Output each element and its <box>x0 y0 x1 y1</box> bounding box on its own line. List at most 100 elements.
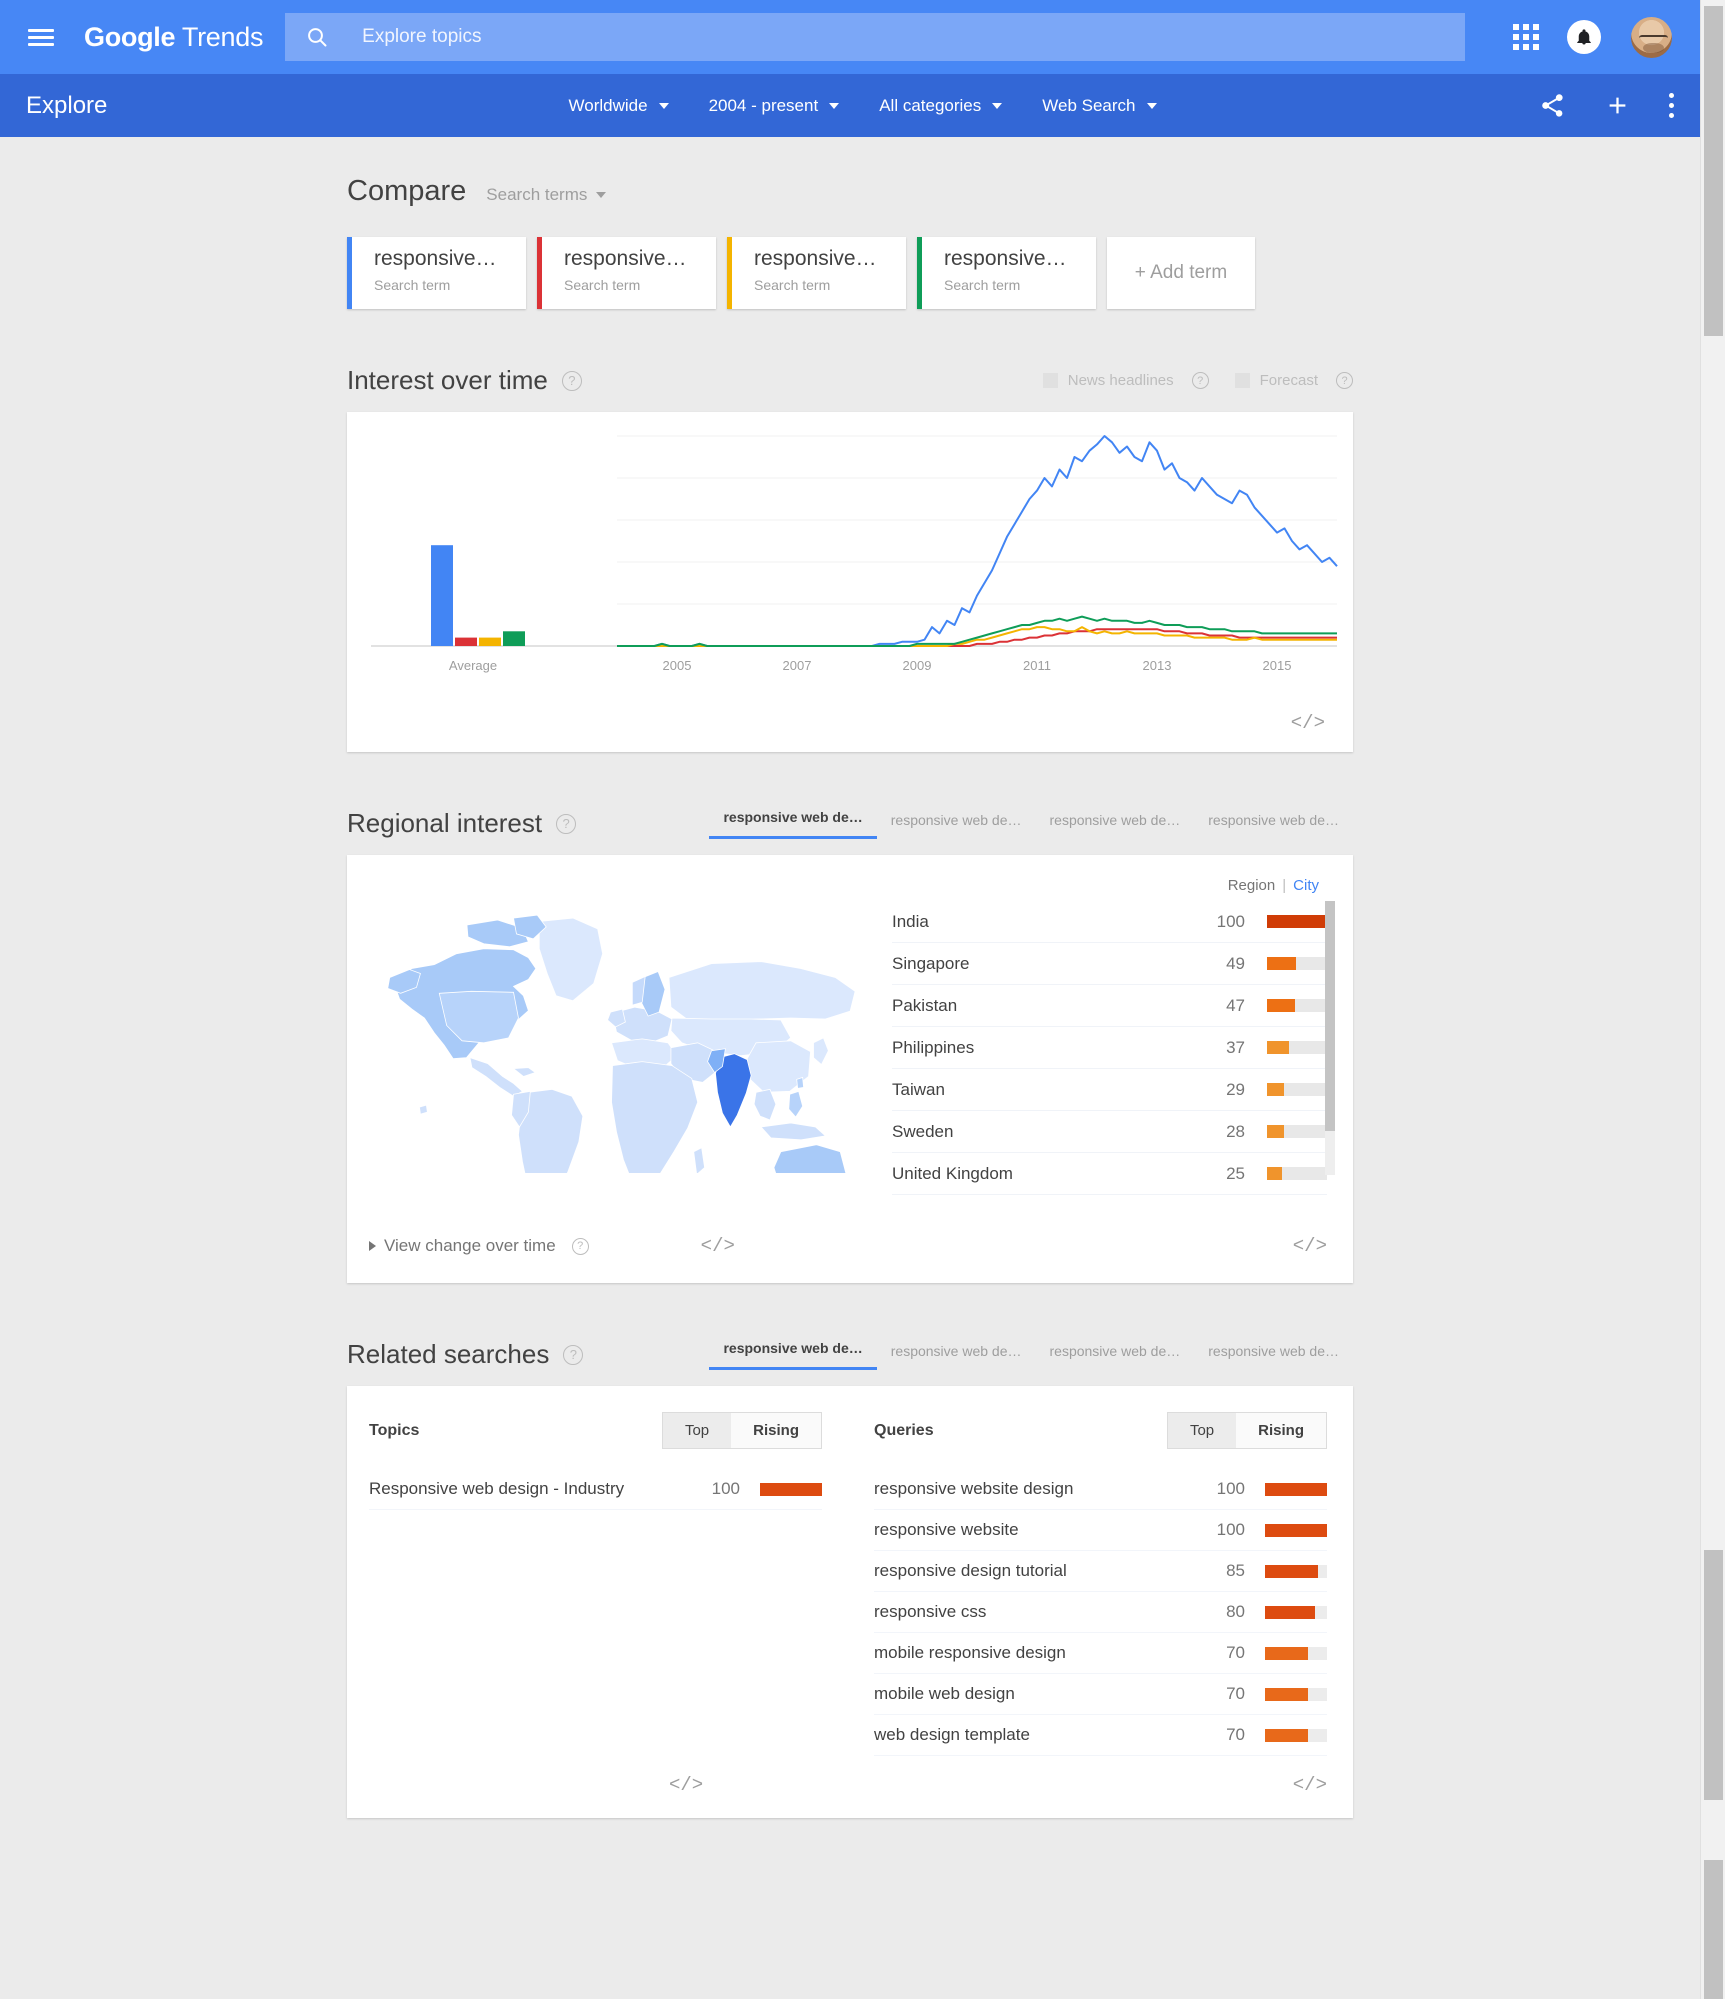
related-tab-2[interactable]: responsive web de… <box>877 1343 1036 1370</box>
help-icon[interactable]: ? <box>563 1344 584 1365</box>
search-term-chip-4[interactable]: responsive… Search term <box>917 237 1096 309</box>
query-bar-track <box>1265 1523 1327 1537</box>
time-range-filter[interactable]: 2004 - present <box>709 96 840 116</box>
forecast-checkbox[interactable]: Forecast ? <box>1234 372 1353 389</box>
category-filter[interactable]: All categories <box>879 96 1003 116</box>
hamburger-menu-icon[interactable] <box>26 22 56 52</box>
region-bar-fill <box>1267 1125 1284 1138</box>
list-item[interactable]: mobile responsive design 70 <box>874 1633 1327 1674</box>
table-row[interactable]: India 100 <box>892 901 1327 943</box>
forecast-label: Forecast <box>1259 372 1318 389</box>
region-value: 37 <box>1226 1037 1245 1057</box>
search-type-filter[interactable]: Web Search <box>1042 96 1157 116</box>
search-term-chip-3[interactable]: responsive… Search term <box>727 237 906 309</box>
scrollbar-thumb-lower <box>1704 1550 1723 1800</box>
more-options-icon[interactable] <box>1669 93 1674 118</box>
query-bar-fill <box>1265 1728 1309 1742</box>
help-icon[interactable]: ? <box>1336 372 1353 389</box>
list-item[interactable]: mobile web design 70 <box>874 1674 1327 1715</box>
list-item[interactable]: responsive website 100 <box>874 1510 1327 1551</box>
plus-icon[interactable] <box>1604 92 1631 119</box>
region-value: 29 <box>1226 1079 1245 1099</box>
related-tab-3[interactable]: responsive web de… <box>1036 1343 1195 1370</box>
query-bar-fill <box>1265 1605 1315 1619</box>
toggle-separator: | <box>1282 877 1287 894</box>
queries-panel: Queries Top Rising responsive website de… <box>848 1386 1353 1818</box>
view-change-over-time-link[interactable]: View change over time ? <box>369 1236 589 1256</box>
topic-bar-fill <box>760 1482 822 1496</box>
main-content: Compare Search terms responsive… Search … <box>0 137 1700 1968</box>
help-icon[interactable]: ? <box>561 370 582 391</box>
regional-tab-1[interactable]: responsive web de… <box>709 809 877 839</box>
region-bar-fill <box>1267 1041 1290 1054</box>
table-row[interactable]: Singapore 49 <box>892 943 1327 985</box>
scrollbar-thumb <box>1704 6 1723 336</box>
search-term-chips: responsive… Search term responsive… Sear… <box>347 237 1353 309</box>
list-item[interactable]: responsive design tutorial 85 <box>874 1551 1327 1592</box>
list-item[interactable]: Responsive web design - Industry 100 <box>369 1469 822 1510</box>
table-row[interactable]: United Kingdom 25 <box>892 1153 1327 1195</box>
related-tab-4[interactable]: responsive web de… <box>1194 1343 1353 1370</box>
add-term-button[interactable]: + Add term <box>1107 237 1255 309</box>
queries-rising-button[interactable]: Rising <box>1236 1413 1326 1448</box>
topics-rising-button[interactable]: Rising <box>731 1413 821 1448</box>
queries-top-button[interactable]: Top <box>1167 1413 1237 1448</box>
google-trends-logo[interactable]: Google Trends <box>84 22 263 53</box>
search-term-chip-2[interactable]: responsive… Search term <box>537 237 716 309</box>
query-value: 100 <box>1216 1520 1245 1539</box>
region-value: 100 <box>1216 911 1245 931</box>
related-tab-1[interactable]: responsive web de… <box>709 1340 877 1370</box>
page-scrollbar[interactable] <box>1700 0 1725 1999</box>
table-row[interactable]: Pakistan 47 <box>892 985 1327 1027</box>
region-bar-fill <box>1267 1167 1282 1180</box>
regional-tab-4[interactable]: responsive web de… <box>1194 812 1353 839</box>
help-icon[interactable]: ? <box>556 813 577 834</box>
embed-code-button-map[interactable]: </> <box>701 1235 735 1257</box>
map-footer: View change over time ? </> <box>369 1235 735 1257</box>
apps-grid-icon[interactable] <box>1513 24 1539 50</box>
chip-term-text: responsive… <box>374 248 497 270</box>
region-rows: India 100 Singapore 49 Pakistan 47 Philippines… <box>892 901 1327 1195</box>
topic-value: 100 <box>711 1479 740 1498</box>
query-bar-fill <box>1265 1482 1327 1496</box>
list-item[interactable]: responsive website design 100 <box>874 1469 1327 1510</box>
table-row[interactable]: Philippines 37 <box>892 1027 1327 1069</box>
regional-interest-card: View change over time ? </> Region | City … <box>347 855 1353 1283</box>
compare-type-selector[interactable]: Search terms <box>486 185 607 205</box>
embed-code-button-list[interactable]: </> <box>1293 1235 1327 1257</box>
help-icon[interactable]: ? <box>1191 372 1209 389</box>
list-item[interactable]: responsive css 80 <box>874 1592 1327 1633</box>
interest-over-time-chart[interactable]: Average 2005 2007 2009 2011 2013 2015 <box>347 412 1353 712</box>
world-choropleth-map[interactable] <box>365 873 865 1229</box>
query-bar-track <box>1265 1728 1327 1742</box>
table-row[interactable]: Taiwan 29 <box>892 1069 1327 1111</box>
regional-tab-2[interactable]: responsive web de… <box>877 812 1036 839</box>
embed-code-button-topics[interactable]: </> <box>669 1774 703 1796</box>
embed-code-button-queries[interactable]: </> <box>1293 1774 1327 1796</box>
news-headlines-checkbox[interactable]: News headlines ? <box>1042 372 1209 389</box>
checkbox-box <box>1042 373 1058 388</box>
region-bar-fill <box>1267 1083 1285 1096</box>
notifications-bell-icon[interactable] <box>1567 20 1601 54</box>
table-row[interactable]: Sweden 28 <box>892 1111 1327 1153</box>
share-icon[interactable] <box>1539 92 1566 119</box>
help-icon[interactable]: ? <box>571 1237 589 1255</box>
region-toggle-option[interactable]: Region <box>1228 877 1276 894</box>
region-list-scrollbar[interactable] <box>1325 901 1335 1175</box>
user-avatar[interactable] <box>1629 14 1674 60</box>
topics-top-button[interactable]: Top <box>662 1413 732 1448</box>
regional-interest-header: Regional interest ? responsive web de… r… <box>347 808 1353 839</box>
chevron-down-icon <box>1146 102 1157 109</box>
embed-code-button[interactable]: </> <box>1291 712 1325 734</box>
location-filter[interactable]: Worldwide <box>569 96 669 116</box>
content-wrapper: Compare Search terms responsive… Search … <box>347 137 1353 1968</box>
search-term-chip-1[interactable]: responsive… Search term <box>347 237 526 309</box>
regional-tab-3[interactable]: responsive web de… <box>1036 812 1195 839</box>
section-title: Interest over time <box>347 365 548 395</box>
explore-toolbar: Explore Worldwide 2004 - present All cat… <box>0 74 1700 137</box>
region-name: United Kingdom <box>892 1163 1013 1183</box>
topics-top-rising-toggle: Top Rising <box>661 1412 822 1449</box>
city-toggle-option[interactable]: City <box>1293 877 1319 894</box>
search-input[interactable]: Explore topics <box>285 13 1466 61</box>
list-item[interactable]: web design template 70 <box>874 1715 1327 1756</box>
